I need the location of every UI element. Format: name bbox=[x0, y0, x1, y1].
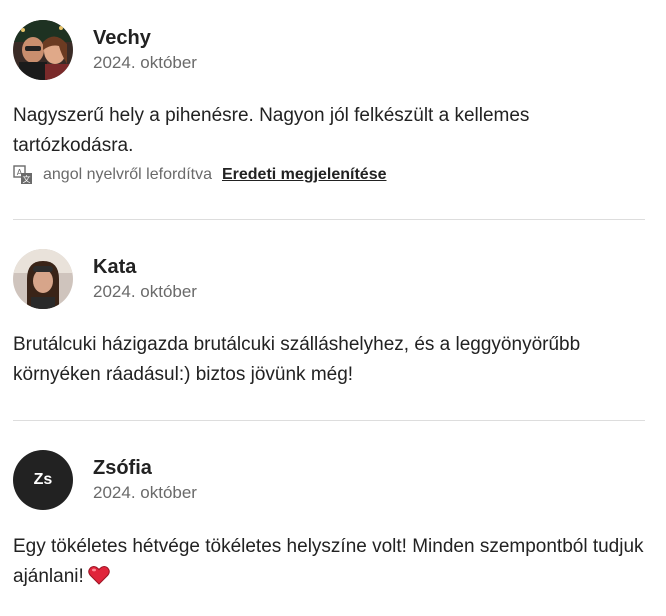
review-date: 2024. október bbox=[93, 483, 197, 502]
reviewer-meta: Zsófia 2024. október bbox=[93, 456, 197, 504]
reviewer-name: Vechy bbox=[93, 27, 151, 49]
translation-info: A 文 angol nyelvről lefordítva Eredeti me… bbox=[13, 165, 387, 185]
review-text-container: Egy tökéletes hétvége tökéletes helyszín… bbox=[13, 532, 653, 592]
reviewer-name: Kata bbox=[93, 256, 137, 278]
avatar[interactable]: Zs bbox=[13, 450, 73, 510]
heart-icon bbox=[88, 565, 110, 585]
review-date: 2024. október bbox=[93, 53, 197, 72]
translate-icon: A 文 bbox=[13, 165, 32, 184]
review-text: Nagyszerű hely a pihenésre. Nagyon jól f… bbox=[13, 105, 530, 156]
show-original-link[interactable]: Eredeti megjelenítése bbox=[222, 166, 387, 184]
avatar-initials: Zs bbox=[33, 471, 53, 488]
translation-note: angol nyelvről lefordítva bbox=[43, 166, 212, 183]
divider bbox=[13, 219, 645, 220]
avatar[interactable] bbox=[13, 249, 73, 309]
review-date: 2024. október bbox=[93, 282, 197, 301]
avatar[interactable] bbox=[13, 20, 73, 80]
reviewer-meta: Kata 2024. október bbox=[93, 255, 197, 303]
reviewer-name: Zsófia bbox=[93, 457, 152, 479]
review-text: Brutálcuki házigazda brutálcuki szállásh… bbox=[13, 334, 581, 385]
svg-text:文: 文 bbox=[23, 174, 31, 184]
reviews-list: Vechy 2024. október Nagyszerű hely a pih… bbox=[0, 0, 666, 616]
divider bbox=[13, 420, 645, 421]
reviewer-meta: Vechy 2024. október bbox=[93, 26, 197, 74]
